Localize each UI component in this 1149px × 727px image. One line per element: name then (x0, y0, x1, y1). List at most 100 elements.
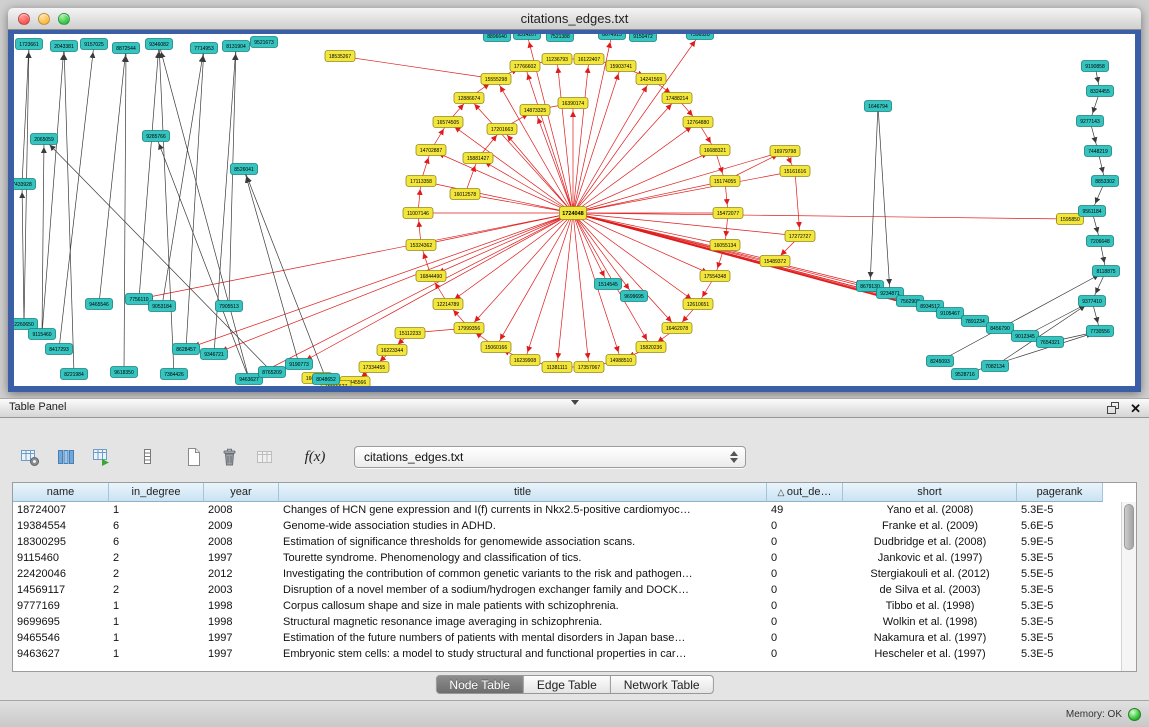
graph-node[interactable]: 11007146 (403, 208, 433, 219)
column-header-title[interactable]: title (279, 483, 767, 502)
table-row[interactable]: 946362711997Embryonic stem cells: a mode… (13, 646, 1121, 662)
window-titlebar[interactable]: citations_edges.txt (8, 8, 1141, 30)
graph-node[interactable]: 11236793 (542, 54, 572, 65)
close-panel-icon[interactable]: ✕ (1130, 401, 1141, 416)
show-columns-button[interactable] (52, 444, 80, 470)
graph-node[interactable]: 15881427 (463, 153, 493, 164)
select-columns-button[interactable] (88, 444, 116, 470)
column-header-in_degree[interactable]: in_degree (109, 483, 204, 502)
graph-node[interactable]: 9053184 (149, 301, 176, 312)
graph-node[interactable]: 9521673 (251, 37, 278, 48)
graph-node[interactable]: 1646794 (865, 101, 892, 112)
graph-node[interactable]: 8526041 (231, 164, 258, 175)
table-row[interactable]: 969969511998Structural magnetic resonanc… (13, 614, 1121, 630)
graph-node[interactable]: 9528716 (952, 369, 979, 380)
graph-node[interactable]: 15060166 (481, 342, 511, 353)
graph-node[interactable]: 1723661 (16, 39, 43, 50)
graph-node[interactable]: 7654321 (1037, 337, 1064, 348)
graph-node[interactable]: 9285766 (143, 131, 170, 142)
graph-node[interactable]: 15820236 (636, 342, 666, 353)
table-row[interactable]: 1830029562008Estimation of significance … (13, 534, 1121, 550)
column-header-out_de[interactable]: △ out_de… (767, 483, 843, 502)
graph-node[interactable]: 12764880 (683, 117, 713, 128)
graph-node[interactable]: 16390174 (558, 98, 588, 109)
graph-node[interactable]: 16979798 (770, 146, 800, 157)
graph-node[interactable]: 16223344 (377, 345, 407, 356)
graph-node[interactable]: 8872544 (113, 43, 140, 54)
graph-node[interactable]: 15174055 (710, 176, 740, 187)
graph-node[interactable]: 7714953 (191, 43, 218, 54)
graph-node[interactable]: 7891234 (962, 316, 989, 327)
table-mode-button[interactable] (16, 444, 44, 470)
graph-node[interactable]: 12886674 (454, 93, 484, 104)
table-row[interactable]: 2242004622012Investigating the contribut… (13, 566, 1121, 582)
graph-node[interactable]: 8853302 (1092, 176, 1119, 187)
graph-node[interactable]: 8765209 (259, 367, 286, 378)
tab-network-table[interactable]: Network Table (611, 675, 714, 694)
graph-node[interactable]: 7206648 (1087, 236, 1114, 247)
graph-node[interactable]: 17334455 (359, 362, 389, 373)
graph-node[interactable]: 9012345 (1012, 331, 1039, 342)
graph-node[interactable]: 12214789 (433, 299, 463, 310)
graph-node[interactable]: 15324362 (406, 240, 436, 251)
minimize-window-button[interactable] (38, 13, 50, 25)
graph-node[interactable]: 17357067 (574, 362, 604, 373)
function-builder-button[interactable]: f(x) (298, 444, 332, 470)
graph-node[interactable]: 7384426 (161, 369, 188, 380)
graph-node[interactable]: 14241569 (636, 74, 666, 85)
scrollbar-thumb[interactable] (1124, 504, 1134, 550)
graph-node[interactable]: 16239908 (510, 355, 540, 366)
graph-node[interactable]: 9115460 (29, 329, 56, 340)
graph-node[interactable]: 2043381 (51, 41, 78, 52)
graph-node[interactable]: 8896640 (484, 34, 511, 42)
graph-node[interactable]: 9157025 (81, 39, 108, 50)
graph-node[interactable]: 9346721 (201, 349, 228, 360)
graph-node[interactable]: 2260650 (14, 319, 38, 330)
close-window-button[interactable] (18, 13, 30, 25)
row-options-button[interactable] (134, 444, 162, 470)
graph-node[interactable]: 12610651 (683, 299, 713, 310)
graph-node[interactable]: 17272727 (785, 231, 815, 242)
graph-node[interactable]: 17999356 (454, 323, 484, 334)
graph-node[interactable]: 1724048 (560, 207, 587, 220)
graph-node[interactable]: 17201663 (487, 124, 517, 135)
panel-resize-handle[interactable] (571, 400, 579, 405)
graph-node[interactable]: 8628457 (173, 344, 200, 355)
table-vertical-scrollbar[interactable] (1121, 502, 1136, 671)
table-row[interactable]: 1872400712008Changes of HCN gene express… (13, 502, 1121, 518)
graph-node[interactable]: 16574505 (433, 117, 463, 128)
graph-node[interactable]: 8417293 (46, 344, 73, 355)
graph-node[interactable]: 15489372 (760, 256, 790, 267)
graph-node[interactable]: 17113358 (406, 176, 436, 187)
graph-node[interactable]: 16055134 (710, 240, 740, 251)
graph-node[interactable]: 8245093 (927, 356, 954, 367)
graph-node[interactable]: 18535267 (325, 51, 355, 62)
table-row[interactable]: 911546021997Tourette syndrome. Phenomeno… (13, 550, 1121, 566)
graph-node[interactable]: 16688321 (700, 145, 730, 156)
graph-node[interactable]: 7730556 (1087, 326, 1114, 337)
graph-node[interactable]: 9561184 (1079, 206, 1106, 217)
graph-node[interactable]: 16012578 (450, 189, 480, 200)
graph-node[interactable]: 7396528 (687, 34, 714, 40)
graph-node[interactable]: 9377410 (1079, 296, 1106, 307)
graph-node[interactable]: 7448219 (1085, 146, 1112, 157)
graph-node[interactable]: 14873325 (520, 105, 550, 116)
graph-node[interactable]: 8221984 (61, 369, 88, 380)
graph-node[interactable]: 7905513 (216, 301, 243, 312)
table-selector-dropdown[interactable]: citations_edges.txt (354, 446, 746, 468)
graph-node[interactable]: 7082134 (982, 361, 1009, 372)
graph-node[interactable]: 15112233 (395, 328, 425, 339)
create-column-button[interactable] (180, 444, 208, 470)
graph-node[interactable]: 14702887 (416, 145, 446, 156)
zoom-window-button[interactable] (58, 13, 70, 25)
graph-node[interactable]: 9150472 (630, 34, 657, 42)
graph-node[interactable]: 17766602 (510, 61, 540, 72)
graph-node[interactable]: 1514545 (595, 279, 622, 290)
graph-node[interactable]: 14988510 (606, 355, 636, 366)
table-row[interactable]: 1456911722003Disruption of a novel membe… (13, 582, 1121, 598)
graph-node[interactable]: 9699695 (621, 291, 648, 302)
graph-node[interactable]: 17554348 (700, 271, 730, 282)
graph-node[interactable]: 8048652 (313, 374, 340, 385)
graph-node[interactable]: 2065059 (31, 134, 58, 145)
delete-table-button[interactable] (252, 444, 280, 470)
